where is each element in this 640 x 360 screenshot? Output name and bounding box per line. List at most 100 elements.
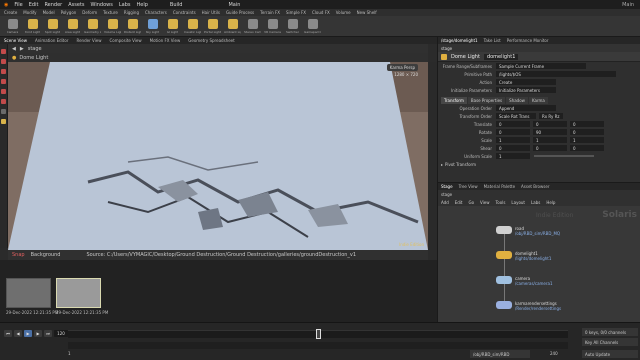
key-all-channels-button[interactable]: Key All Channels	[582, 338, 638, 346]
menu-file[interactable]: File	[14, 2, 22, 8]
desktop-main-select-right[interactable]: Main	[622, 2, 634, 8]
menu-edit[interactable]: Edit	[455, 200, 463, 205]
shelf-tool-button[interactable]: Switcher	[284, 19, 301, 35]
shelf-tab[interactable]: Simple FX	[286, 10, 306, 15]
timeline-track[interactable]	[68, 329, 568, 339]
shelf-tool-button[interactable]: Camera	[4, 19, 21, 35]
node-body[interactable]	[496, 276, 512, 284]
shelf-tab[interactable]: Create	[4, 10, 17, 15]
auto-update-menu[interactable]: Auto Update	[582, 350, 638, 358]
shear-y-field[interactable]: 0	[533, 145, 567, 151]
menu-labs[interactable]: Labs	[119, 2, 131, 8]
translate-x-field[interactable]: 0	[496, 121, 530, 127]
tab-tree-view[interactable]: Tree View	[459, 184, 478, 189]
shelf-tab[interactable]: Texture	[103, 10, 118, 15]
rotate-tool-icon[interactable]	[1, 69, 6, 74]
shelf-tab[interactable]: Model	[43, 10, 55, 15]
parameter-path[interactable]: stage	[441, 46, 452, 51]
range-slider[interactable]	[68, 342, 568, 349]
tab-material-palette[interactable]: Material Palette	[484, 184, 515, 189]
camera-menu[interactable]: Karma Persp	[386, 64, 418, 71]
tab-shadow[interactable]: Shadow	[506, 97, 528, 104]
tab-asset-browser[interactable]: Asset Browser	[521, 184, 549, 189]
houdini-logo-icon[interactable]: ◉	[4, 2, 8, 8]
jump-start-icon[interactable]: ⏮	[4, 330, 12, 337]
tab-composite-view[interactable]: Composite View	[110, 38, 142, 43]
shelf-tab[interactable]: Rigging	[124, 10, 139, 15]
back-icon[interactable]: ◀	[12, 46, 16, 52]
shelf-tool-button[interactable]: Stereo Camera	[244, 19, 261, 35]
tab-transform[interactable]: Transform	[441, 97, 467, 104]
node-name-field[interactable]: domelight1	[483, 53, 519, 60]
current-frame-field[interactable]: 120	[54, 330, 68, 337]
shelf-tool-button[interactable]: Volume Light	[104, 19, 121, 35]
network-graph[interactable]: Solaris Indie Edition road/obj/RBD_sim/R…	[438, 206, 640, 323]
tab-base-properties[interactable]: Base Properties	[467, 97, 506, 104]
node-body[interactable]	[496, 301, 512, 309]
tab-geometry-spreadsheet[interactable]: Geometry Spreadsheet	[188, 38, 234, 43]
play-icon[interactable]: ▶	[24, 330, 32, 337]
shelf-tab[interactable]: Polygon	[61, 10, 77, 15]
transform-order-menu[interactable]: Scale Rot Trans	[496, 113, 536, 119]
tab-parameters[interactable]: /stage/domelight1	[441, 38, 478, 43]
shelf-tab[interactable]: Cloud FX	[312, 10, 330, 15]
snap-button[interactable]: Snap	[12, 252, 25, 258]
shelf-tab[interactable]: Constraints	[173, 10, 196, 15]
frame-range-menu[interactable]: Sample Current Frame	[496, 63, 586, 69]
menu-help[interactable]: Help	[137, 2, 148, 8]
scale-tool-icon[interactable]	[1, 79, 6, 84]
menu-assets[interactable]: Assets	[68, 2, 84, 8]
shelf-tool-button[interactable]: Sky Light	[144, 19, 161, 35]
menu-windows[interactable]: Windows	[91, 2, 113, 8]
pose-tool-icon[interactable]	[1, 99, 6, 104]
tab-scene-view[interactable]: Scene View	[4, 38, 27, 43]
initialize-menu[interactable]: Initialize Parameters	[496, 87, 556, 93]
scale-x-field[interactable]: 1	[496, 137, 530, 143]
operation-order-menu[interactable]: Append	[496, 105, 556, 111]
desktop-main-select[interactable]: Main	[228, 2, 240, 8]
tab-performance-monitor[interactable]: Performance Monitor	[507, 38, 549, 43]
action-menu[interactable]: Create	[496, 79, 556, 85]
menu-help[interactable]: Help	[546, 200, 555, 205]
desktop-build-select[interactable]: Build	[170, 2, 183, 8]
light-tool-icon[interactable]	[1, 119, 6, 124]
menu-add[interactable]: Add	[441, 200, 449, 205]
shelf-tool-button[interactable]: Portal Light	[204, 19, 221, 35]
rotate-x-field[interactable]: 0	[496, 129, 530, 135]
shelf-tool-button[interactable]: Distant Light	[124, 19, 141, 35]
translate-y-field[interactable]: 0	[533, 121, 567, 127]
shelf-tool-button[interactable]: Caustic Light	[184, 19, 201, 35]
current-frame-marker[interactable]	[316, 329, 321, 339]
snapshot-thumbnail-selected[interactable]	[56, 278, 101, 308]
node-body[interactable]	[496, 251, 512, 259]
range-start-field[interactable]: 1	[68, 351, 71, 356]
menu-tools[interactable]: Tools	[496, 200, 506, 205]
shelf-tool-button[interactable]: Ambient Light	[224, 19, 241, 35]
snapshot-thumbnail[interactable]	[6, 278, 51, 308]
menu-go[interactable]: Go	[469, 200, 475, 205]
step-forward-icon[interactable]: ▶	[34, 330, 42, 337]
move-tool-icon[interactable]	[1, 59, 6, 64]
shelf-tab[interactable]: Volume	[336, 10, 351, 15]
scale-y-field[interactable]: 1	[533, 137, 567, 143]
shear-z-field[interactable]: 0	[570, 145, 604, 151]
shelf-tab[interactable]: Guide Process	[226, 10, 254, 15]
shelf-tab[interactable]: Modify	[23, 10, 36, 15]
background-button[interactable]: Background	[31, 252, 61, 258]
menu-labs[interactable]: Labs	[531, 200, 540, 205]
shelf-tab[interactable]: Characters	[145, 10, 167, 15]
step-back-icon[interactable]: ◀	[14, 330, 22, 337]
shelf-tool-button[interactable]: Geometry Light	[84, 19, 101, 35]
global-end-field[interactable]: 240	[550, 351, 558, 356]
translate-z-field[interactable]: 0	[570, 121, 604, 127]
node-body[interactable]	[496, 226, 512, 234]
rotate-y-field[interactable]: 90	[533, 129, 567, 135]
lop-node[interactable]: road/obj/RBD_sim/RBD_MQ	[496, 226, 560, 236]
rotate-order-menu[interactable]: Rx Ry Rz	[539, 113, 563, 119]
viewport-path[interactable]: stage	[28, 46, 42, 52]
tab-karma[interactable]: Karma	[528, 97, 548, 104]
menu-layout[interactable]: Layout	[511, 200, 525, 205]
primitive-path-field[interactable]: /lights/$OS	[496, 71, 616, 77]
shelf-tab[interactable]: Terrain FX	[260, 10, 280, 15]
view-tool-icon[interactable]	[1, 109, 6, 114]
